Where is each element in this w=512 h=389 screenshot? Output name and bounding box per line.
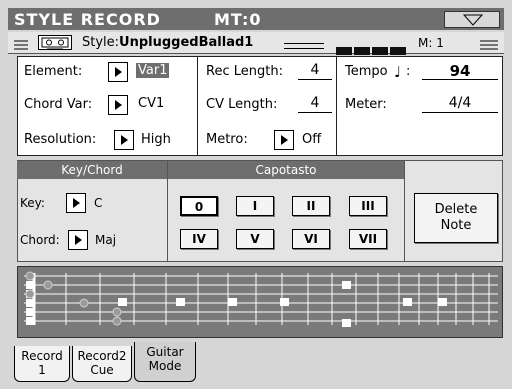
master-transpose-indicator: MT:0: [214, 10, 262, 29]
measure-counter: M: 1: [418, 36, 444, 50]
tempo-value[interactable]: 94: [422, 62, 498, 80]
menu-lines-icon-left: [14, 37, 30, 56]
tab-record2-cue[interactable]: Record2 Cue: [72, 346, 132, 382]
rec-length-label: Rec Length:: [206, 64, 283, 79]
quarter-note-icon: ♩: [394, 63, 402, 81]
element-value[interactable]: Var1: [136, 63, 170, 78]
page-menu-button[interactable]: [444, 11, 500, 28]
tab-guitar-mode[interactable]: Guitar Mode: [134, 342, 196, 382]
cv-length-value[interactable]: 4: [298, 95, 332, 113]
triangle-right-icon: [73, 198, 80, 208]
divider: [404, 161, 405, 261]
chord-value[interactable]: Maj: [95, 233, 116, 247]
chord-select-button[interactable]: [68, 230, 88, 250]
triangle-right-icon: [281, 135, 288, 145]
resolution-value[interactable]: High: [141, 132, 171, 147]
divider: [197, 57, 198, 156]
divider-lines: [284, 43, 324, 49]
chevron-down-icon: [462, 14, 484, 26]
capotasto-header: Capotasto: [168, 161, 404, 179]
key-chord-header: Key/Chord: [17, 161, 167, 179]
resolution-label: Resolution:: [24, 132, 97, 147]
capotasto-button-5[interactable]: V: [236, 229, 274, 249]
capotasto-button-6[interactable]: VI: [292, 229, 330, 249]
guitar-fretboard[interactable]: [17, 266, 503, 338]
key-value[interactable]: C: [94, 196, 102, 210]
tab-sublabel: Mode: [148, 359, 182, 373]
chord-variation-label: Chord Var:: [24, 97, 93, 112]
capotasto-button-2[interactable]: II: [292, 196, 330, 216]
tempo-colon: :: [406, 64, 411, 79]
cassette-icon: [38, 35, 72, 50]
triangle-right-icon: [115, 67, 122, 77]
delete-note-line2: Note: [440, 218, 472, 233]
capotasto-button-7[interactable]: VII: [349, 229, 387, 249]
tab-label: Guitar: [146, 345, 184, 359]
element-label: Element:: [24, 64, 83, 79]
fretboard-diagram: [24, 271, 498, 327]
triangle-right-icon: [115, 100, 122, 110]
style-name: UnpluggedBallad1: [119, 35, 254, 50]
resolution-select-button[interactable]: [114, 130, 134, 150]
tempo-label: Tempo: [345, 64, 388, 79]
capotasto-button-4[interactable]: IV: [180, 229, 218, 249]
metronome-label: Metro:: [206, 132, 248, 147]
beat-indicator: [336, 40, 408, 55]
meter-label: Meter:: [345, 97, 387, 112]
page-title: STYLE RECORD: [14, 10, 161, 29]
tab-sublabel: 1: [38, 363, 46, 377]
metronome-value[interactable]: Off: [302, 132, 321, 147]
tab-label: Record: [21, 349, 63, 363]
key-select-button[interactable]: [66, 193, 86, 213]
style-record-screen: STYLE RECORD MT:0 Style:UnpluggedBallad1…: [0, 0, 512, 389]
capotasto-button-3[interactable]: III: [349, 196, 387, 216]
chord-variation-value[interactable]: CV1: [138, 96, 164, 111]
rec-length-value[interactable]: 4: [298, 62, 332, 80]
chord-label: Chord:: [20, 233, 60, 247]
delete-note-line1: Delete: [434, 202, 478, 217]
menu-lines-icon-right: [480, 37, 500, 56]
meter-value[interactable]: 4/4: [422, 95, 498, 113]
metronome-select-button[interactable]: [274, 130, 294, 150]
style-prefix: Style:: [82, 35, 120, 50]
tab-sublabel: Cue: [90, 363, 114, 377]
capotasto-button-0[interactable]: 0: [180, 196, 218, 216]
delete-note-button[interactable]: Delete Note: [414, 193, 498, 243]
element-select-button[interactable]: [108, 62, 128, 82]
tab-record-1[interactable]: Record 1: [14, 346, 70, 382]
chord-variation-select-button[interactable]: [108, 95, 128, 115]
cv-length-label: CV Length:: [206, 97, 278, 112]
key-label: Key:: [20, 196, 45, 210]
style-name-label[interactable]: Style:UnpluggedBallad1: [82, 35, 253, 50]
triangle-right-icon: [121, 135, 128, 145]
triangle-right-icon: [75, 235, 82, 245]
divider: [336, 57, 337, 156]
tab-label: Record2: [77, 349, 127, 363]
capotasto-button-1[interactable]: I: [236, 196, 274, 216]
